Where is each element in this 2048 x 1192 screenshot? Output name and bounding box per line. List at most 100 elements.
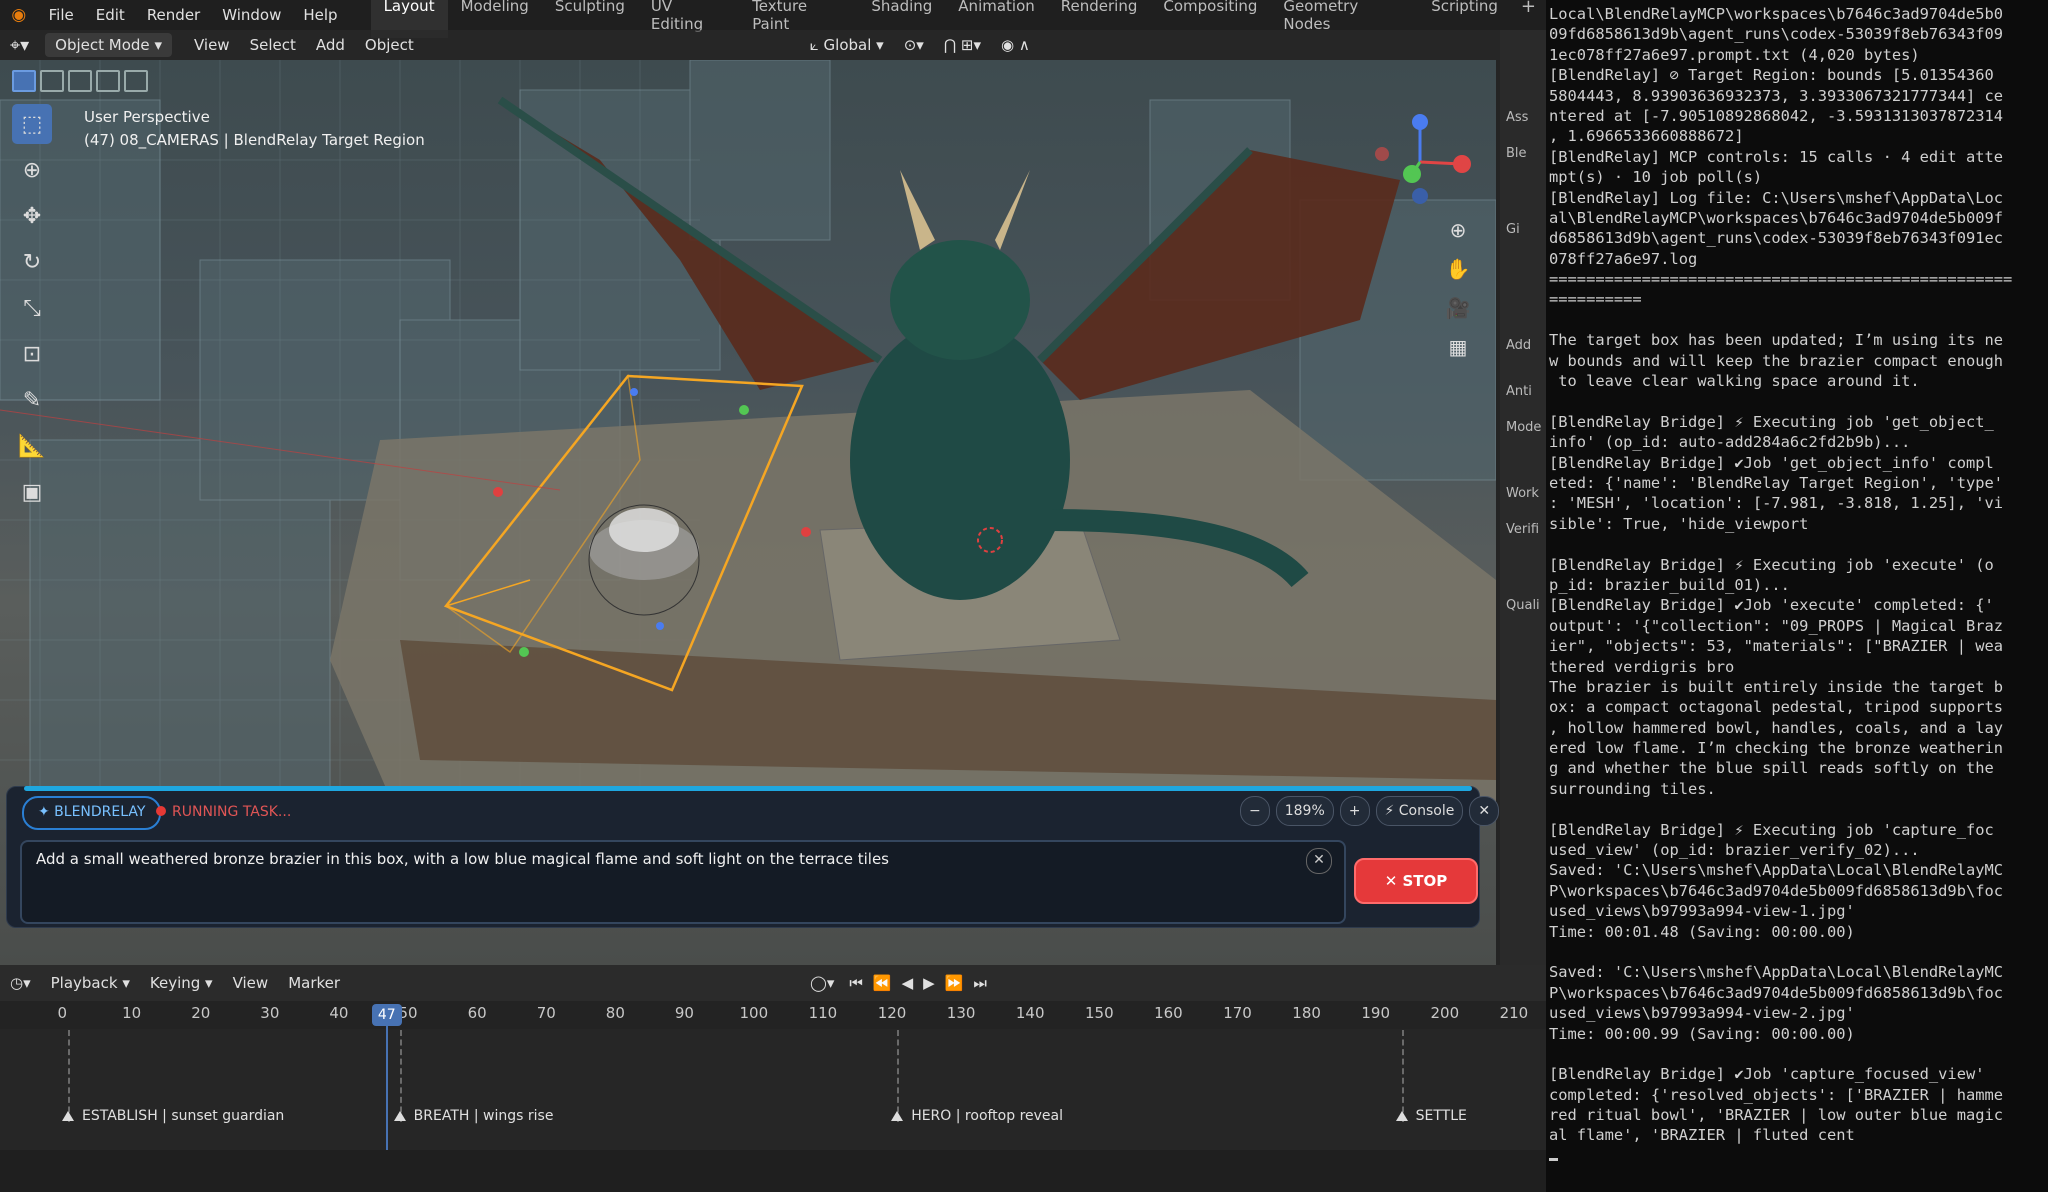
select-box-icon[interactable]: ⬚ [12, 104, 52, 144]
zoom-icon[interactable]: ⊕ [1440, 212, 1476, 248]
editor-type-icon[interactable]: ⌖▾ [0, 35, 39, 56]
gizmo-neg-z-axis[interactable] [1412, 188, 1428, 204]
timeline-marker[interactable]: HERO | rooftop reveal [891, 1108, 1063, 1124]
frame-tick: 40 [329, 1004, 349, 1022]
menu-playback[interactable]: Playback ▾ [41, 974, 140, 992]
sidebar-tab-6[interactable]: Mode [1500, 410, 1546, 446]
console-line: ox: a compact octagonal pedestal, tripod… [1549, 698, 2004, 717]
clear-prompt-button[interactable]: ✕ [1306, 848, 1332, 874]
jump-start-icon[interactable]: ⏮ [844, 974, 868, 992]
scene-context-label: (47) 08_CAMERAS | BlendRelay Target Regi… [84, 131, 425, 149]
proportional-edit-icon[interactable]: ◉ ∧ [991, 36, 1040, 54]
blendrelay-badge[interactable]: ✦ BLENDRELAY [22, 796, 162, 830]
play-reverse-icon[interactable]: ◀ [897, 974, 919, 992]
snap-icon[interactable]: ⋂ ⊞▾ [934, 36, 991, 54]
console-line: w bounds and will keep the brazier compa… [1549, 351, 2004, 370]
pan-hand-icon[interactable]: ✋ [1440, 251, 1476, 287]
scale-icon[interactable]: ⤡ [12, 288, 52, 328]
menu-file[interactable]: File [38, 6, 85, 24]
zoom-in-button[interactable]: + [1339, 796, 1370, 826]
prompt-text[interactable]: Add a small weathered bronze brazier in … [36, 850, 889, 868]
console-button[interactable]: ⚡ Console [1375, 796, 1464, 826]
zoom-level: 189% [1275, 796, 1334, 826]
timeline-marker[interactable]: ESTABLISH | sunset guardian [62, 1108, 284, 1124]
menu-marker[interactable]: Marker [278, 974, 350, 992]
frame-tick: 90 [674, 1004, 694, 1022]
console-line: [BlendRelay Bridge] ⚡ Executing job 'cap… [1549, 820, 1994, 839]
console-line: p_id: brazier_build_01)... [1549, 575, 1790, 594]
navigation-gizmo[interactable] [1372, 112, 1482, 222]
console-line: P\workspaces\b7646c3ad9704de5b009fd68586… [1549, 983, 2004, 1002]
sidebar-tab-8[interactable]: Verifi [1500, 512, 1546, 548]
console-line: red ritual bowl', 'BRAZIER | low outer b… [1549, 1106, 2004, 1125]
measure-icon[interactable]: 📐 [12, 426, 52, 466]
sidebar-tab-5[interactable]: Anti [1500, 374, 1546, 410]
timeline-header: ◷▾ Playback ▾ Keying ▾ View Marker ◯▾ ⏮ … [0, 965, 1546, 1001]
marker-label: SETTLE [1415, 1108, 1467, 1124]
sidebar-tab-9[interactable]: Quali [1500, 588, 1546, 624]
menu-edit[interactable]: Edit [85, 6, 136, 24]
menu-window[interactable]: Window [211, 6, 292, 24]
menu-timeline-view[interactable]: View [223, 974, 279, 992]
current-frame-indicator[interactable]: 47 [371, 1004, 402, 1026]
pivot-icon[interactable]: ⊙▾ [894, 36, 934, 54]
sidebar-tab-7[interactable]: Work [1500, 476, 1546, 512]
timeline-editor-type-icon[interactable]: ◷▾ [0, 974, 41, 992]
frame-tick: 130 [946, 1004, 976, 1022]
jump-end-icon[interactable]: ⏭ [968, 974, 992, 992]
select-new-icon[interactable] [12, 70, 36, 92]
select-subtract-icon[interactable] [68, 70, 92, 92]
select-intersect-icon[interactable] [124, 70, 148, 92]
menu-view[interactable]: View [184, 36, 240, 54]
console-cursor-icon [1549, 1157, 1558, 1161]
viewport-header: ⌖▾ Object Mode ▾ View Select Add Object … [0, 30, 1500, 60]
mode-dropdown[interactable]: Object Mode ▾ [45, 33, 172, 57]
camera-icon[interactable]: 🎥 [1440, 290, 1476, 326]
select-invert-icon[interactable] [96, 70, 120, 92]
annotate-icon[interactable]: ✎ [12, 380, 52, 420]
add-cube-icon[interactable]: ▣ [12, 472, 52, 512]
menu-keying[interactable]: Keying ▾ [140, 974, 223, 992]
console-line: [BlendRelay Bridge] ✔Job 'get_object_inf… [1549, 453, 1994, 472]
console-output[interactable]: Local\BlendRelayMCP\workspaces\b7646c3ad… [1546, 0, 2048, 1192]
grid-view-icon[interactable]: ▦ [1440, 329, 1476, 365]
gizmo-neg-x-axis[interactable] [1375, 147, 1389, 161]
cursor-icon[interactable]: ⊕ [12, 150, 52, 190]
select-extend-icon[interactable] [40, 70, 64, 92]
console-line: al\BlendRelayMCP\workspaces\b7646c3ad970… [1549, 208, 2004, 227]
sidebar-tab-4[interactable]: Add [1500, 328, 1546, 364]
frame-tick: 210 [1499, 1004, 1529, 1022]
timeline-marker[interactable]: BREATH | wings rise [393, 1108, 553, 1124]
playhead-line[interactable] [385, 1026, 388, 1156]
stop-button[interactable]: ✕ STOP [1354, 858, 1478, 904]
transform-orientation-dropdown[interactable]: ⟀ Global ▾ [800, 36, 894, 54]
sidebar-tab-2[interactable]: Ble [1500, 136, 1546, 172]
rotate-icon[interactable]: ↻ [12, 242, 52, 282]
frame-tick: 80 [605, 1004, 625, 1022]
console-line: 1ec078ff27a6e97.prompt.txt (4,020 bytes) [1549, 45, 1920, 64]
play-icon[interactable]: ▶ [918, 974, 940, 992]
console-line: P\workspaces\b7646c3ad9704de5b009fd68586… [1549, 881, 2004, 900]
menu-select[interactable]: Select [240, 36, 306, 54]
console-line: 078ff27a6e97.log [1549, 249, 1698, 268]
transform-icon[interactable]: ⊡ [12, 334, 52, 374]
menu-render[interactable]: Render [136, 6, 211, 24]
record-icon[interactable]: ◯▾ [800, 974, 844, 992]
console-line: [BlendRelay] MCP controls: 15 calls · 4 … [1549, 147, 2004, 166]
menu-object[interactable]: Object [355, 36, 424, 54]
menu-add[interactable]: Add [306, 36, 355, 54]
console-line: info' (op_id: auto-add284a6c2fd2b9b)... [1549, 433, 1911, 452]
marker-triangle-icon [62, 1111, 74, 1121]
sidebar-tab-1[interactable]: Ass [1500, 100, 1546, 136]
sidebar-tab-3[interactable]: Gi [1500, 212, 1546, 248]
move-icon[interactable]: ✥ [12, 196, 52, 236]
jump-keyframe-forward-icon[interactable]: ⏩ [940, 974, 969, 992]
zoom-out-button[interactable]: − [1240, 796, 1270, 826]
blender-window: ◉ File Edit Render Window Help Layout Mo… [0, 0, 1546, 1192]
menu-help[interactable]: Help [292, 6, 348, 24]
viewport-info: User Perspective (47) 08_CAMERAS | Blend… [84, 106, 425, 152]
close-panel-button[interactable]: ✕ [1469, 796, 1500, 826]
timeline-marker[interactable]: SETTLE [1395, 1108, 1467, 1124]
blender-logo-icon[interactable]: ◉ [0, 5, 38, 25]
jump-keyframe-back-icon[interactable]: ⏪ [868, 974, 897, 992]
